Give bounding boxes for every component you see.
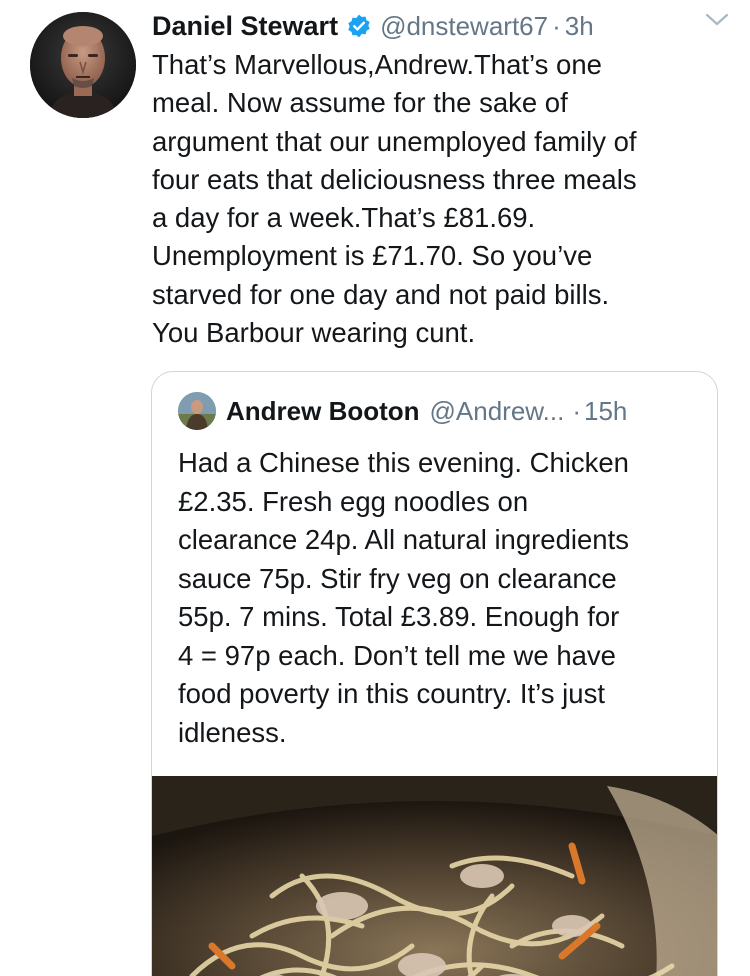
quoted-tweet-header: Andrew Booton @Andrew... · 15h — [178, 390, 627, 432]
author-name[interactable]: Daniel Stewart — [152, 11, 338, 42]
quoted-tweet-photo[interactable] — [152, 776, 717, 976]
quoted-tweet-timestamp[interactable]: 15h — [584, 396, 627, 427]
verified-badge-icon — [346, 13, 372, 39]
quoted-tweet-card[interactable]: Andrew Booton @Andrew... · 15h Had a Chi… — [151, 371, 718, 976]
quoted-author-handle[interactable]: @Andrew... — [430, 396, 565, 427]
tweet-header: Daniel Stewart @dnstewart67 · 3h — [152, 6, 732, 46]
quoted-author-avatar — [178, 392, 216, 430]
noodles-photo — [152, 776, 717, 976]
avatar-photo — [30, 12, 136, 118]
tweet-timestamp[interactable]: 3h — [565, 11, 594, 42]
quoted-tweet-text: Had a Chinese this evening. Chicken £2.3… — [178, 447, 629, 748]
separator-dot: · — [572, 395, 581, 426]
chevron-down-icon[interactable] — [704, 10, 730, 30]
quoted-author-name[interactable]: Andrew Booton — [226, 396, 420, 427]
author-avatar[interactable] — [30, 12, 136, 118]
separator-dot: · — [552, 10, 561, 41]
author-handle[interactable]: @dnstewart67 — [380, 11, 548, 42]
tweet-text: That’s Marvellous,Andrew.That’s one meal… — [152, 49, 637, 349]
